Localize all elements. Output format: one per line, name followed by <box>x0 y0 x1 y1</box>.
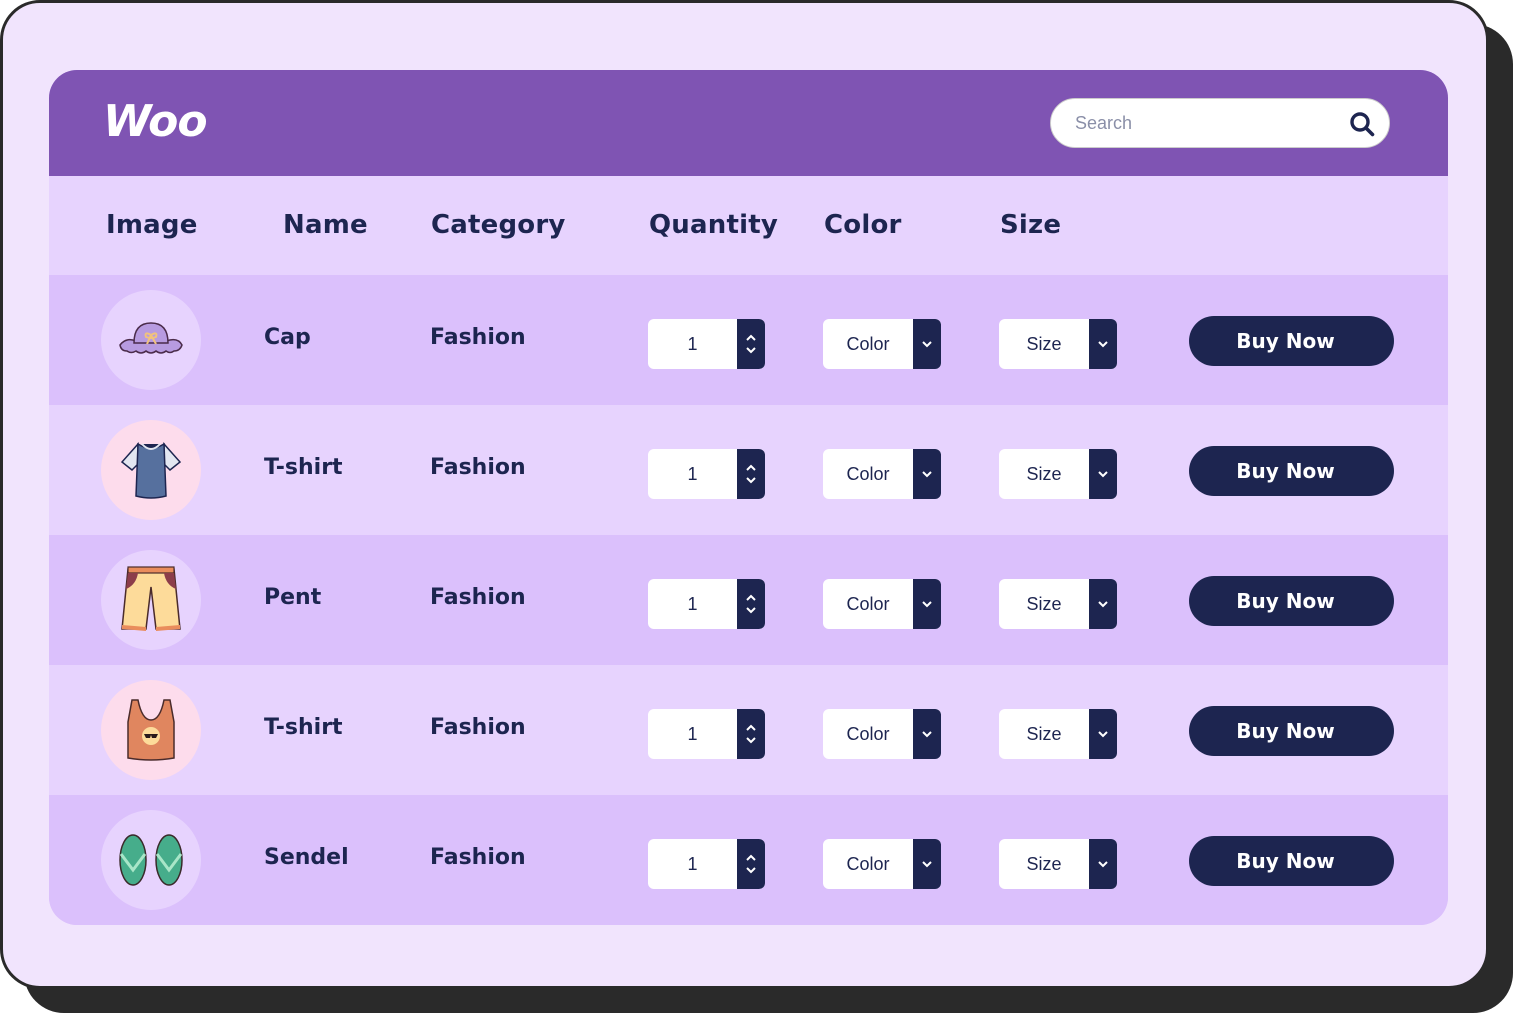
chevron-up-icon[interactable] <box>745 464 757 472</box>
size-select-value[interactable]: Size <box>999 709 1089 759</box>
chevron-up-icon[interactable] <box>745 724 757 732</box>
color-select[interactable]: Color <box>823 839 941 889</box>
chevron-down-icon[interactable] <box>921 600 933 608</box>
table-row: T-shirt Fashion 1 Color Size Buy Now <box>49 405 1448 535</box>
chevron-down-icon[interactable] <box>921 470 933 478</box>
size-select-value[interactable]: Size <box>999 449 1089 499</box>
product-name: Pent <box>264 585 322 610</box>
chevron-down-icon[interactable] <box>921 340 933 348</box>
quantity-value[interactable]: 1 <box>648 319 737 369</box>
size-select-value[interactable]: Size <box>999 579 1089 629</box>
quantity-stepper[interactable]: 1 <box>648 449 765 499</box>
hat-icon <box>119 322 183 354</box>
quantity-value[interactable]: 1 <box>648 579 737 629</box>
chevron-down-icon[interactable] <box>921 860 933 868</box>
quantity-stepper[interactable]: 1 <box>648 579 765 629</box>
product-category: Fashion <box>430 585 526 610</box>
product-category: Fashion <box>430 845 526 870</box>
shorts-icon <box>121 566 181 631</box>
table-row: Sendel Fashion 1 Color Size Buy Now <box>49 795 1448 925</box>
color-select[interactable]: Color <box>823 319 941 369</box>
size-select[interactable]: Size <box>999 319 1117 369</box>
column-header-image: Image <box>106 210 198 240</box>
product-image[interactable] <box>101 550 201 650</box>
sandals-icon <box>119 834 183 886</box>
quantity-stepper[interactable]: 1 <box>648 709 765 759</box>
quantity-value[interactable]: 1 <box>648 839 737 889</box>
search-icon[interactable] <box>1349 111 1375 137</box>
color-select-value[interactable]: Color <box>823 319 913 369</box>
color-select[interactable]: Color <box>823 449 941 499</box>
column-header-category: Category <box>431 210 566 240</box>
size-select[interactable]: Size <box>999 709 1117 759</box>
chevron-down-icon[interactable] <box>1097 470 1109 478</box>
chevron-down-icon[interactable] <box>745 736 757 744</box>
quantity-value[interactable]: 1 <box>648 449 737 499</box>
product-image[interactable] <box>101 680 201 780</box>
product-name: T-shirt <box>264 715 343 740</box>
table-header: Image Name Category Quantity Color Size <box>49 176 1448 275</box>
chevron-down-icon[interactable] <box>745 476 757 484</box>
color-select[interactable]: Color <box>823 579 941 629</box>
top-bar: Woo <box>49 70 1448 176</box>
buy-now-button[interactable]: Buy Now <box>1189 316 1394 366</box>
color-select-value[interactable]: Color <box>823 579 913 629</box>
chevron-down-icon[interactable] <box>1097 860 1109 868</box>
column-header-name: Name <box>283 210 368 240</box>
chevron-up-icon[interactable] <box>745 854 757 862</box>
size-select-value[interactable]: Size <box>999 839 1089 889</box>
product-name: Sendel <box>264 845 349 870</box>
buy-now-button[interactable]: Buy Now <box>1189 836 1394 886</box>
product-name: Cap <box>264 325 311 350</box>
product-name: T-shirt <box>264 455 343 480</box>
product-image[interactable] <box>101 810 201 910</box>
color-select-value[interactable]: Color <box>823 709 913 759</box>
tshirt-icon <box>120 442 182 499</box>
product-table-panel: Woo Image Name Category Quantity Color S… <box>49 70 1448 925</box>
chevron-down-icon[interactable] <box>1097 340 1109 348</box>
buy-now-button[interactable]: Buy Now <box>1189 706 1394 756</box>
column-header-color: Color <box>824 210 902 240</box>
chevron-down-icon[interactable] <box>745 346 757 354</box>
column-header-quantity: Quantity <box>649 210 778 240</box>
chevron-up-icon[interactable] <box>745 334 757 342</box>
search-input[interactable] <box>1073 111 1337 135</box>
chevron-down-icon[interactable] <box>745 606 757 614</box>
table-row: Cap Fashion 1 Color Size Buy Now <box>49 275 1448 405</box>
size-select-value[interactable]: Size <box>999 319 1089 369</box>
quantity-stepper[interactable]: 1 <box>648 319 765 369</box>
size-select[interactable]: Size <box>999 449 1117 499</box>
chevron-down-icon[interactable] <box>1097 730 1109 738</box>
product-category: Fashion <box>430 455 526 480</box>
column-header-size: Size <box>1000 210 1062 240</box>
size-select[interactable]: Size <box>999 579 1117 629</box>
quantity-value[interactable]: 1 <box>648 709 737 759</box>
chevron-up-icon[interactable] <box>745 594 757 602</box>
product-category: Fashion <box>430 325 526 350</box>
table-row: T-shirt Fashion 1 Color Size Buy Now <box>49 665 1448 795</box>
color-select[interactable]: Color <box>823 709 941 759</box>
size-select[interactable]: Size <box>999 839 1117 889</box>
color-select-value[interactable]: Color <box>823 839 913 889</box>
tank-top-icon <box>127 699 175 761</box>
search-box[interactable] <box>1050 98 1390 148</box>
product-image[interactable] <box>101 420 201 520</box>
product-category: Fashion <box>430 715 526 740</box>
chevron-down-icon[interactable] <box>921 730 933 738</box>
buy-now-button[interactable]: Buy Now <box>1189 446 1394 496</box>
woo-logo[interactable]: Woo <box>103 96 208 147</box>
color-select-value[interactable]: Color <box>823 449 913 499</box>
table-row: Pent Fashion 1 Color Size Buy Now <box>49 535 1448 665</box>
chevron-down-icon[interactable] <box>745 866 757 874</box>
product-image[interactable] <box>101 290 201 390</box>
buy-now-button[interactable]: Buy Now <box>1189 576 1394 626</box>
quantity-stepper[interactable]: 1 <box>648 839 765 889</box>
chevron-down-icon[interactable] <box>1097 600 1109 608</box>
